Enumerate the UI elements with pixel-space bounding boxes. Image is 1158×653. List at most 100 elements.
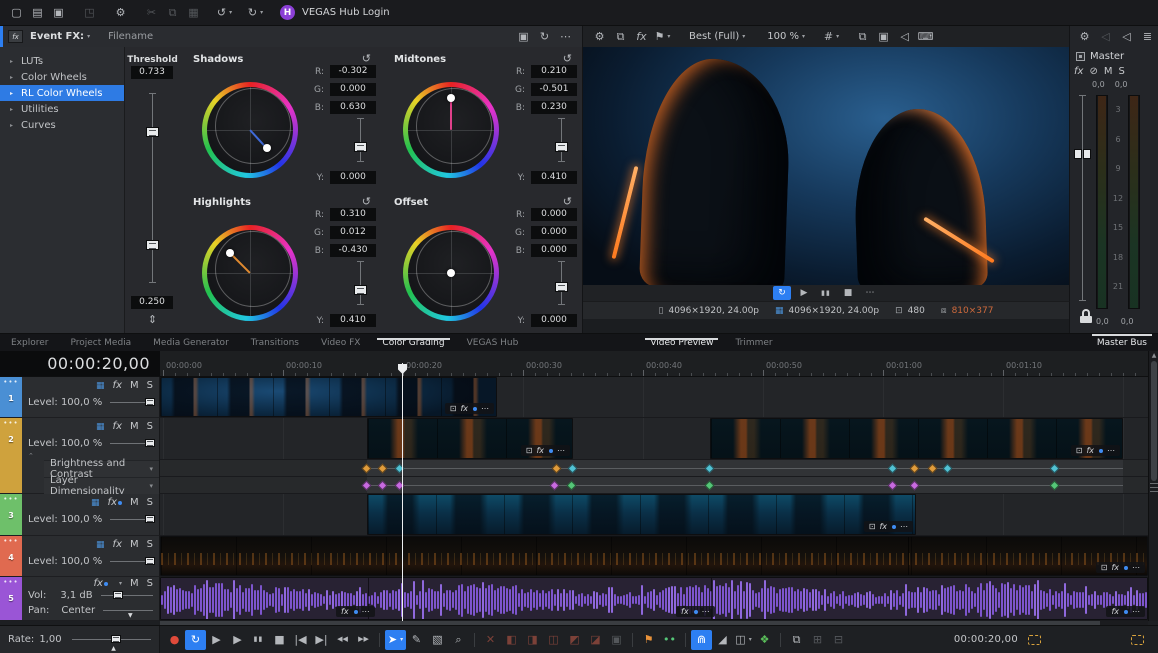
track-mute-button[interactable]: M [130, 578, 139, 589]
y-value[interactable]: 0.410 [330, 314, 376, 327]
event-badges[interactable]: fx ⋯ [676, 606, 715, 617]
wheel-reset-icon[interactable]: ↺ [563, 52, 572, 65]
event-more-icon[interactable]: ⋯ [481, 404, 489, 413]
redo-button[interactable]: ↻▾ [245, 3, 266, 23]
chevron-down-icon[interactable]: ▾ [667, 33, 670, 40]
track-mute-button[interactable]: M [130, 380, 139, 391]
plugin-list-item-luts[interactable]: ▸LUTs [0, 53, 124, 69]
loop-playback-button[interactable]: ↻ [185, 630, 206, 650]
grid-overlay-icon[interactable]: #▾ [821, 27, 842, 47]
g-value[interactable]: 0.000 [330, 83, 376, 96]
save-preset-icon[interactable]: ▣ [513, 27, 534, 47]
luma-slider-handle[interactable] [354, 142, 367, 152]
event-fx-badge[interactable]: fx [681, 607, 689, 616]
luma-slider-handle[interactable] [555, 142, 568, 152]
scroll-grip-icon[interactable] [1150, 483, 1158, 492]
track-color-strip[interactable]: ••• 5 [0, 577, 22, 620]
preview-overlay-icon[interactable]: ⚑▾ [652, 27, 673, 47]
more-options-icon[interactable]: ⋯ [555, 27, 576, 47]
ungroup-events-button[interactable]: ⊞ [807, 630, 828, 650]
zoom-tool-button[interactable]: ⌕ [448, 630, 469, 650]
threshold-low-value[interactable]: 0.250 [131, 296, 173, 309]
color-wheel-dot[interactable] [447, 269, 455, 277]
rate-value[interactable]: 1,00 [39, 634, 61, 645]
play-button[interactable]: ▶ [795, 286, 813, 300]
master-fader[interactable] [1082, 95, 1083, 301]
event-fx-badge[interactable]: fx [1111, 607, 1119, 616]
crop-icon[interactable]: ⊡ [1101, 563, 1108, 572]
track-level-slider[interactable] [110, 443, 153, 444]
plugin-list-item-curves[interactable]: ▸Curves [0, 117, 124, 133]
slide-event-button[interactable]: ◩ [564, 630, 585, 650]
play-from-start-button[interactable]: ▶ [206, 630, 227, 650]
mixer-controls-icon[interactable]: ≣ [1137, 27, 1158, 47]
track-header-4[interactable]: ••• 4 ▦ fx M S Level: 100,0 % [0, 536, 160, 577]
tab-color-grading[interactable]: Color Grading [371, 338, 455, 348]
scroll-up-icon[interactable]: ▲ [1149, 352, 1158, 359]
g-value[interactable]: 0.000 [531, 226, 577, 239]
undo-button[interactable]: ↺▾ [214, 3, 235, 23]
event-badges[interactable]: ⊡ fx ⋯ [1071, 445, 1120, 456]
rate-slider-handle[interactable] [111, 635, 121, 643]
color-wheel-dot[interactable] [226, 249, 234, 257]
color-wheel[interactable] [202, 225, 298, 321]
r-value[interactable]: 0.000 [531, 208, 577, 221]
dim-output-icon[interactable]: ◁ [1116, 27, 1137, 47]
compositing-mode-icon[interactable]: ▦ [96, 540, 105, 550]
timeline-timecode-display[interactable]: 00:00:20,00 [0, 351, 160, 377]
compositing-mode-icon[interactable]: ▦ [96, 422, 105, 432]
video-preview-canvas[interactable] [583, 47, 1070, 285]
master-bypass-button[interactable]: ⊘ [1089, 66, 1097, 77]
track-level-slider[interactable] [110, 402, 153, 403]
track-menu-dots-icon[interactable]: ••• [3, 578, 18, 586]
selection-edit-tool-button[interactable]: ▧ [427, 630, 448, 650]
track-color-strip[interactable]: ••• 2 [0, 418, 22, 493]
chevron-down-icon[interactable]: ▾ [749, 636, 752, 643]
go-to-end-button[interactable]: ▶| [311, 630, 332, 650]
track-solo-button[interactable]: S [147, 380, 153, 391]
new-project-icon[interactable]: ▢ [6, 3, 27, 23]
y-value[interactable]: 0.000 [531, 314, 577, 327]
master-settings-icon[interactable]: ⚙ [1074, 27, 1095, 47]
g-value[interactable]: 0.012 [330, 226, 376, 239]
rate-slider[interactable]: ▲ [72, 639, 151, 640]
paste-icon[interactable]: ▦ [183, 3, 204, 23]
trim-start-button[interactable]: ◧ [501, 630, 522, 650]
color-wheel[interactable] [403, 82, 499, 178]
event-fx-badge[interactable]: fx [1086, 446, 1094, 455]
play-button[interactable]: ▶ [227, 630, 248, 650]
open-project-icon[interactable]: ▤ [27, 3, 48, 23]
pause-button[interactable]: ▮▮ [248, 630, 269, 650]
video-event-track3[interactable]: ⊡ fx ⋯ [367, 494, 916, 535]
master-fader-handle[interactable] [1074, 149, 1091, 159]
event-more-icon[interactable]: ⋯ [557, 446, 565, 455]
event-badges[interactable]: fx ⋯ [1106, 606, 1145, 617]
wheel-reset-icon[interactable]: ↺ [362, 195, 371, 208]
record-button[interactable]: ● [164, 630, 185, 650]
track-row-4[interactable]: ⊡ fx ⋯ [160, 536, 1148, 577]
automation-dropdown-caret[interactable]: ▾ [119, 580, 122, 587]
event-badges[interactable]: ⊡ fx ⋯ [864, 521, 913, 532]
color-wheel[interactable] [403, 225, 499, 321]
track-mute-button[interactable]: M [130, 421, 139, 432]
y-value[interactable]: 0.000 [330, 171, 376, 184]
track-solo-button[interactable]: S [147, 539, 153, 550]
lock-event-button[interactable]: ▣ [606, 630, 627, 650]
split-events-button[interactable]: ✕ [480, 630, 501, 650]
track-header-1[interactable]: ••• 1 ▦ fx M S Level: 100,0 % [0, 377, 160, 418]
plugin-list-item-utilities[interactable]: ▸Utilities [0, 101, 124, 117]
chevron-down-icon[interactable]: ▾ [802, 33, 805, 40]
envelope-row-layer-dimensionality[interactable] [160, 477, 1148, 494]
event-badges[interactable]: ⊡ fx ⋯ [445, 403, 494, 414]
track-header-5[interactable]: ••• 5 fx ▾ M S Vol: 3,1 dB Pan: Center ▼ [0, 577, 160, 621]
pan-center-marker[interactable]: ▼ [128, 612, 133, 619]
luma-slider-handle[interactable] [354, 285, 367, 295]
fast-forward-button[interactable]: ▶▶ [353, 630, 374, 650]
event-fx-badge[interactable]: fx [1111, 563, 1119, 572]
save-snapshot-icon[interactable]: ▣ [873, 27, 894, 47]
tab-transitions[interactable]: Transitions [240, 338, 310, 348]
chevron-down-icon[interactable]: ▾ [836, 33, 839, 40]
crop-icon[interactable]: ⊡ [450, 404, 457, 413]
track-fx-button[interactable]: fx [113, 380, 122, 391]
event-fx-dropdown-caret[interactable]: ▾ [87, 33, 90, 40]
